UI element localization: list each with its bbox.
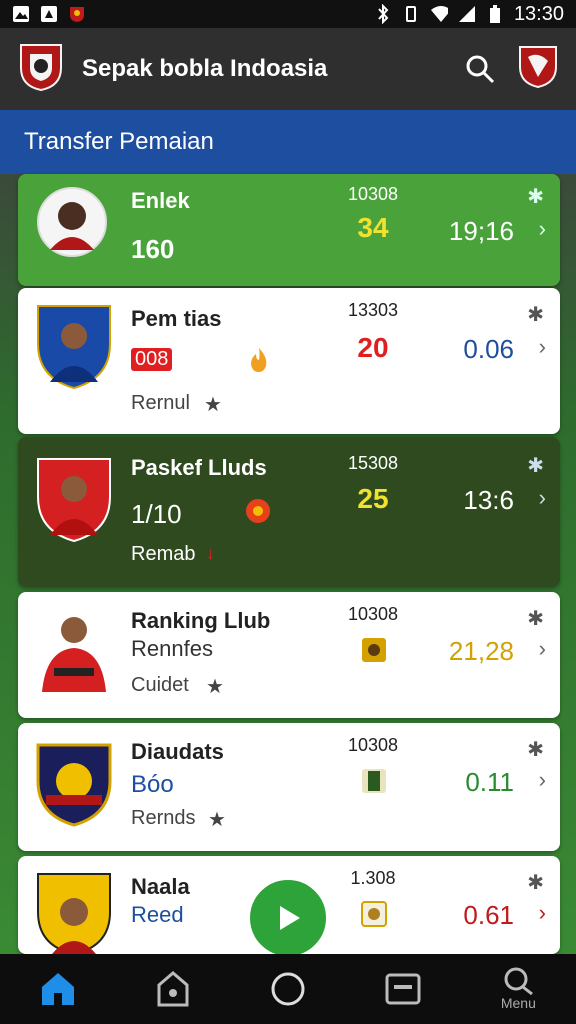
star-icon[interactable]: ✱ <box>527 737 544 762</box>
club-badge-notification-icon <box>68 5 86 23</box>
club-badge-icon <box>360 900 388 933</box>
player-avatar <box>36 457 112 543</box>
player-name: Diaudats <box>131 739 224 764</box>
player-status: Rernul <box>131 392 190 414</box>
transfer-value: 0.61 <box>463 900 514 930</box>
chevron-right-icon[interactable]: › <box>539 334 546 360</box>
player-avatar <box>36 186 112 262</box>
player-avatar <box>36 872 112 954</box>
transfer-card[interactable]: Ranking Llub Rennfes Cuidet ★ 10308 21,2… <box>18 592 560 718</box>
search-icon <box>504 967 534 995</box>
transfer-value: 13:6 <box>463 485 514 515</box>
nav-menu[interactable]: Menu <box>488 959 548 1019</box>
photo-notification-icon <box>12 5 30 23</box>
section-header: Transfer Pemaian <box>0 110 576 174</box>
transfer-code: 10308 <box>347 604 399 624</box>
club-crest <box>36 737 112 827</box>
player-status: Rernds <box>131 807 196 829</box>
home-icon <box>41 973 74 1005</box>
bottom-navigation: Menu <box>0 954 576 1024</box>
star-icon: ★ <box>204 394 222 416</box>
chevron-right-icon[interactable]: › <box>539 485 546 511</box>
app-bar: Sepak bobla Indoasia <box>0 28 576 110</box>
player-name: Pem tias <box>131 306 222 331</box>
fire-icon <box>246 346 272 379</box>
star-icon[interactable]: ✱ <box>527 870 544 895</box>
transfer-score: 34 <box>357 212 389 243</box>
transfer-code: 13303 <box>347 300 399 320</box>
transfer-card[interactable]: Enlek 160 10308 34 19;16 ✱ › <box>18 174 560 286</box>
player-position: Reed <box>131 902 184 927</box>
chevron-right-icon[interactable]: › <box>539 900 546 926</box>
drive-notification-icon <box>40 5 58 23</box>
star-icon[interactable]: ✱ <box>527 606 544 631</box>
club-badge-icon <box>244 497 272 530</box>
player-tag: 008 <box>131 348 173 371</box>
transfer-code: 1.308 <box>350 868 396 888</box>
section-title: Transfer Pemaian <box>24 128 214 155</box>
star-icon: ★ <box>206 676 224 698</box>
club-profile-icon[interactable] <box>518 45 558 94</box>
player-rating: 1/10 <box>131 499 182 529</box>
app-logo[interactable] <box>18 42 64 97</box>
player-status: Remab <box>131 543 196 565</box>
player-name: Naala <box>131 874 190 899</box>
battery-icon <box>486 5 504 23</box>
player-status: Cuidet <box>131 674 189 696</box>
chevron-right-icon[interactable]: › <box>539 636 546 662</box>
club-badge-icon <box>360 636 388 669</box>
club-house-icon <box>157 971 189 1007</box>
search-icon[interactable] <box>460 49 500 89</box>
star-icon[interactable]: ✱ <box>527 453 544 478</box>
nav-board[interactable] <box>373 959 433 1019</box>
transfer-card[interactable]: Diaudats Bóo Rernds ★ 10308 0.11 ✱ › <box>18 723 560 851</box>
player-position: Rennfes <box>131 636 213 661</box>
player-name: Enlek <box>131 188 190 213</box>
nav-menu-label: Menu <box>500 995 536 1011</box>
transfer-value: 0.11 <box>465 767 514 797</box>
app-title: Sepak bobla Indoasia <box>82 55 328 82</box>
chevron-right-icon[interactable]: › <box>539 216 546 242</box>
status-bar: 13:30 <box>0 0 576 28</box>
star-icon[interactable]: ✱ <box>527 184 544 209</box>
star-icon[interactable]: ✱ <box>527 302 544 327</box>
circle-icon <box>271 972 305 1006</box>
nav-club[interactable] <box>143 959 203 1019</box>
nav-circle[interactable] <box>258 959 318 1019</box>
vibrate-icon <box>402 5 420 23</box>
play-icon <box>280 906 300 930</box>
player-name: Paskef Lluds <box>131 455 267 480</box>
star-icon: ★ <box>208 809 226 831</box>
player-position: Bóo <box>131 771 174 798</box>
bluetooth-icon <box>374 4 392 24</box>
player-avatar <box>36 606 112 692</box>
transfer-value: 21,28 <box>448 636 514 666</box>
transfer-card[interactable]: Pem tias 008 Rernul ★ 13303 20 0.06 ✱ › <box>18 288 560 434</box>
down-arrow-icon: ↓ <box>206 543 215 563</box>
player-avatar <box>36 304 112 390</box>
chevron-right-icon[interactable]: › <box>539 767 546 793</box>
transfer-value: 19;16 <box>448 216 514 246</box>
transfer-code: 10308 <box>347 184 399 204</box>
transfer-code: 10308 <box>347 735 399 755</box>
nav-home[interactable] <box>28 959 88 1019</box>
player-name: Ranking Llub <box>131 608 271 633</box>
club-badge-icon <box>360 767 388 800</box>
player-rating: 160 <box>131 234 175 264</box>
transfer-value: 0.06 <box>463 334 514 364</box>
signal-icon <box>458 5 476 23</box>
transfer-code: 15308 <box>347 453 399 473</box>
transfer-score: 20 <box>357 332 389 363</box>
play-button[interactable] <box>246 876 330 960</box>
transfer-card[interactable]: Paskef Lluds 1/10 Remab ↓ 15308 25 13:6 … <box>18 437 560 587</box>
transfer-score: 25 <box>357 483 389 514</box>
board-icon <box>385 973 421 1005</box>
wifi-icon <box>430 5 448 23</box>
status-time: 13:30 <box>513 2 564 25</box>
